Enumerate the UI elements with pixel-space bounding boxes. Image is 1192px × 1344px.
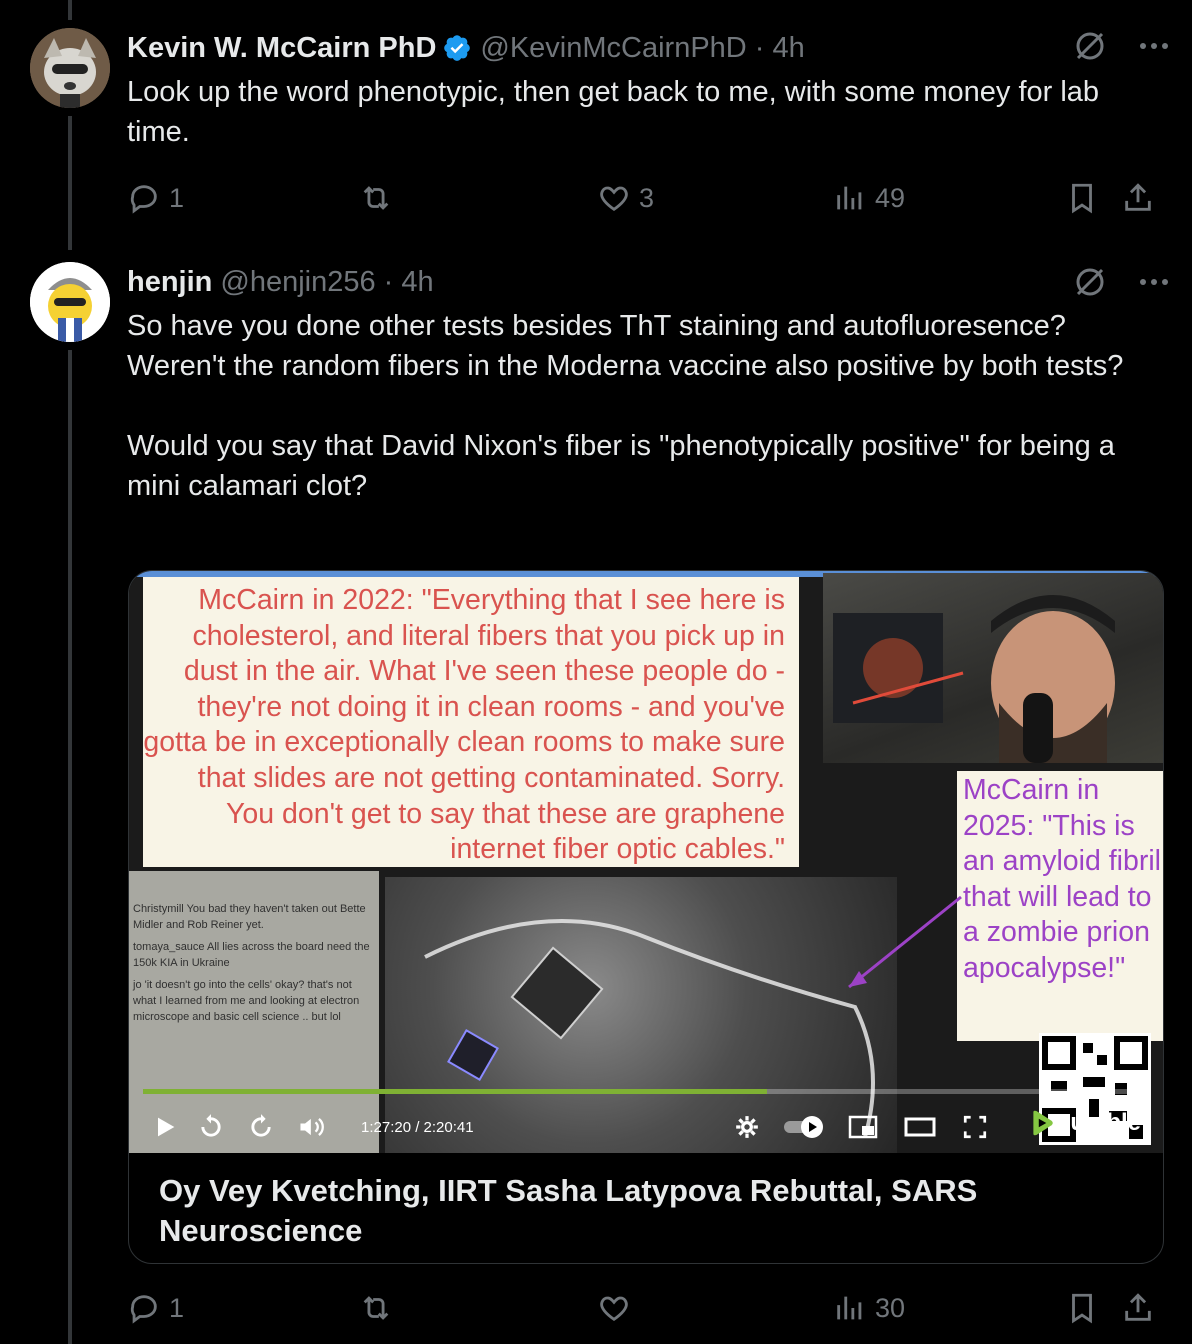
views-icon (837, 186, 862, 210)
theater-icon[interactable] (904, 1114, 936, 1140)
avatar[interactable] (30, 28, 110, 108)
retweet-button[interactable] (359, 1286, 393, 1330)
fullscreen-icon[interactable] (962, 1114, 988, 1140)
like-button[interactable]: 3 (597, 176, 654, 220)
avatar[interactable] (30, 262, 110, 342)
chat-line: tomaya_sauce All lies across the board n… (133, 941, 370, 969)
grok-icon[interactable] (1072, 264, 1108, 300)
bookmark-icon (1072, 183, 1092, 214)
video-progress[interactable] (143, 1089, 1149, 1094)
tweet-actions: 1 30 (127, 1286, 1167, 1330)
reply-button[interactable]: 1 (127, 1286, 184, 1330)
video-player[interactable]: McCairn in 2022: "Everything that I see … (129, 571, 1163, 1153)
rumble-logo[interactable]: rumble (1029, 1109, 1141, 1137)
verified-icon (444, 35, 471, 61)
forward-icon[interactable] (247, 1113, 275, 1141)
rumble-play-icon (1033, 1110, 1053, 1136)
like-icon (600, 186, 628, 212)
card-title[interactable]: Oy Vey Kvetching, IIRT Sasha Latypova Re… (159, 1171, 1119, 1251)
chat-line: jo 'it doesn't go into the cells' okay? … (133, 979, 360, 1023)
user-handle[interactable]: @henjin256 (220, 266, 375, 299)
tweet-text: So have you done other tests besides ThT… (127, 310, 1124, 502)
quote-2022: McCairn in 2022: "Everything that I see … (143, 577, 799, 867)
rumble-brand: rumble (1060, 1109, 1141, 1136)
share-button[interactable] (1121, 1286, 1155, 1330)
view-count: 49 (875, 182, 906, 213)
retweet-button[interactable] (359, 176, 393, 220)
views-button[interactable]: 49 (833, 176, 905, 220)
tweet-text: Look up the word phenotypic, then get ba… (127, 76, 1108, 148)
settings-icon[interactable] (734, 1114, 760, 1140)
thread-line (68, 116, 72, 250)
grok-icon[interactable] (1072, 28, 1108, 64)
reply-button[interactable]: 1 (127, 176, 184, 220)
more-icon[interactable] (1138, 28, 1170, 64)
like-icon (600, 1296, 628, 1322)
webcam-frame (823, 573, 1163, 763)
bookmark-icon (1072, 1293, 1092, 1324)
tweet-actions: 1 3 49 (127, 176, 1167, 220)
display-name[interactable]: henjin (127, 266, 212, 299)
share-button[interactable] (1121, 176, 1155, 220)
volume-icon[interactable] (297, 1113, 327, 1141)
retweet-icon (363, 1296, 389, 1320)
timestamp[interactable]: · 4h (384, 266, 434, 299)
like-button[interactable] (597, 1286, 639, 1330)
autoplay-toggle-icon[interactable] (783, 1114, 828, 1140)
reply-icon (130, 1295, 157, 1324)
thread-line-bottom (68, 350, 72, 1344)
rewind-icon[interactable] (197, 1113, 225, 1141)
video-controls: 1:27:20 / 2:20:41 (129, 1101, 1163, 1153)
tweet-header: henjin @henjin256 · 4h (127, 262, 434, 302)
thread-line-top (68, 0, 72, 20)
user-handle[interactable]: @KevinMcCairnPhD (480, 32, 746, 65)
bookmark-button[interactable] (1065, 176, 1099, 220)
display-name[interactable]: Kevin W. McCairn PhD (127, 32, 436, 65)
views-button[interactable]: 30 (833, 1286, 905, 1330)
miniplayer-icon[interactable] (848, 1114, 878, 1140)
link-card[interactable]: McCairn in 2022: "Everything that I see … (128, 570, 1164, 1264)
timestamp[interactable]: · 4h (755, 32, 805, 65)
pointer-arrow (848, 895, 962, 989)
retweet-icon (363, 186, 389, 210)
play-icon[interactable] (151, 1113, 179, 1141)
like-count: 3 (639, 182, 655, 213)
view-count: 30 (875, 1292, 906, 1323)
more-icon[interactable] (1138, 264, 1170, 300)
reply-icon (130, 185, 157, 214)
video-time: 1:27:20 / 2:20:41 (361, 1118, 474, 1136)
quote-2025: McCairn in 2025: "This is an amyloid fib… (957, 771, 1163, 1041)
views-icon (837, 1296, 862, 1320)
tweet-header: Kevin W. McCairn PhD @KevinMcCairnPhD · … (127, 28, 805, 68)
chat-line: Christymill You bad they haven't taken o… (133, 903, 366, 931)
bookmark-button[interactable] (1065, 1286, 1099, 1330)
reply-count: 1 (169, 182, 185, 213)
share-icon (1125, 1293, 1151, 1321)
reply-count: 1 (169, 1292, 185, 1323)
share-icon (1125, 183, 1151, 211)
